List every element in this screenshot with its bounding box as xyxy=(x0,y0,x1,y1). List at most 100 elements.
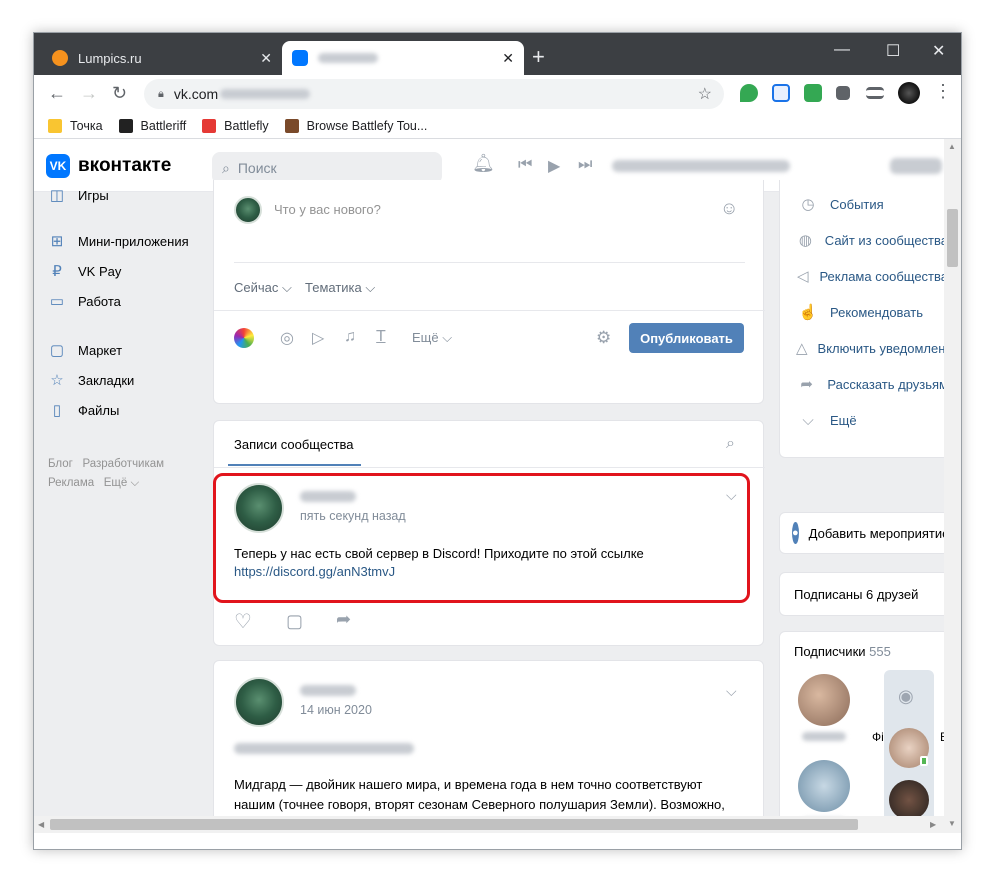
next-track-icon[interactable]: ⏭ xyxy=(578,156,592,174)
tab-title-blurred xyxy=(318,53,378,63)
add-event-card[interactable]: ● Добавить мероприятие xyxy=(779,512,945,554)
scroll-up-arrow-icon[interactable]: ▲ xyxy=(948,142,956,151)
folder-icon xyxy=(48,118,62,133)
footer-link-more[interactable]: Ещё ⌵ xyxy=(104,477,139,489)
media-control-icon[interactable] xyxy=(866,87,884,99)
menu-spacer xyxy=(48,206,198,226)
maximize-button[interactable]: ☐ xyxy=(886,41,900,61)
camera-icon[interactable]: ◉ xyxy=(898,686,914,707)
action-share[interactable]: ➦ Рассказать друзьям xyxy=(796,366,945,402)
action-recommend[interactable]: ☝ Рекомендовать xyxy=(796,294,945,330)
subscribers-header[interactable]: Подписчики 555 xyxy=(794,644,891,659)
new-tab-button[interactable]: + xyxy=(532,46,545,68)
menu-spacer xyxy=(48,425,198,455)
footer-link-blog[interactable]: Блог xyxy=(48,458,73,470)
topic-selector[interactable]: Тематика ⌵ xyxy=(305,280,375,296)
vk-logo[interactable]: VK вконтакте xyxy=(46,154,171,178)
menu-item-vkpay[interactable]: ₽ VK Pay xyxy=(48,256,198,286)
forward-icon[interactable]: → xyxy=(80,83,98,104)
translate-extension-icon[interactable] xyxy=(772,84,790,102)
video-icon[interactable]: ▷ xyxy=(312,328,324,348)
footer-link-ads[interactable]: Реклама xyxy=(48,477,94,489)
vertical-scroll-thumb[interactable] xyxy=(947,209,958,267)
back-icon[interactable]: ← xyxy=(48,83,66,104)
minimize-button[interactable]: — xyxy=(834,41,850,59)
music-extension-icon[interactable] xyxy=(804,84,822,102)
bookmark-label: Battleriff xyxy=(140,118,187,133)
bookmark-battlefy[interactable]: Browse Battlefy Tou... xyxy=(284,118,427,133)
menu-item-work[interactable]: ▭ Работа xyxy=(48,286,198,316)
more-attach-button[interactable]: Ещё ⌵ xyxy=(412,330,452,346)
post-heading-blurred xyxy=(234,743,414,754)
footer-link-developers[interactable]: Разработчикам xyxy=(82,458,164,470)
close-window-button[interactable]: ✕ xyxy=(932,41,945,61)
star-icon: ☆ xyxy=(50,372,64,389)
scroll-down-arrow-icon[interactable]: ▼ xyxy=(948,819,956,828)
scroll-left-arrow-icon[interactable]: ◀ xyxy=(38,820,44,829)
profile-avatar[interactable] xyxy=(898,82,920,104)
tab-community-posts[interactable]: Записи сообщества xyxy=(234,437,354,452)
subscriber-name[interactable]: Фі xyxy=(872,730,884,744)
post-author-avatar[interactable] xyxy=(234,677,284,727)
horizontal-scroll-thumb[interactable] xyxy=(50,819,858,830)
settings-gear-icon[interactable]: ⚙ xyxy=(596,328,611,348)
scroll-right-arrow-icon[interactable]: ▶ xyxy=(930,820,936,829)
shield-extension-icon[interactable] xyxy=(740,84,758,102)
tab-close-icon[interactable]: ✕ xyxy=(260,50,272,67)
extensions-puzzle-icon[interactable] xyxy=(836,86,850,100)
menu-item-mini-apps[interactable]: ⊞ Мини-приложения xyxy=(48,226,198,256)
active-tab-indicator xyxy=(228,464,361,466)
menu-item-files[interactable]: ▯ Файлы xyxy=(48,395,198,425)
wall-search-icon[interactable]: ⌕ xyxy=(726,435,735,453)
tab-close-icon[interactable]: ✕ xyxy=(502,50,514,67)
composer-input[interactable]: Что у вас нового? xyxy=(274,202,381,217)
post-author-blurred[interactable] xyxy=(300,685,356,696)
tab-vk[interactable]: ✕ xyxy=(282,41,524,75)
vk-logo-icon: VK xyxy=(46,154,70,178)
action-site[interactable]: ◍ Сайт из сообщества xyxy=(796,222,945,258)
post-date[interactable]: 14 июн 2020 xyxy=(300,703,372,717)
subscriber-avatar[interactable] xyxy=(798,760,850,812)
action-ads[interactable]: ◁ Реклама сообщества xyxy=(796,258,945,294)
bookmark-battleriff[interactable]: Battleriff xyxy=(118,118,187,133)
music-icon[interactable]: ♫ xyxy=(344,328,356,346)
bell-icon[interactable]: 🔔︎ xyxy=(472,153,495,174)
art-icon[interactable] xyxy=(234,328,254,348)
chrome-menu-icon[interactable]: ⋮ xyxy=(934,81,952,102)
vertical-scrollbar[interactable]: ▲ ▼ xyxy=(944,139,961,833)
apps-icon: ⊞ xyxy=(50,233,64,250)
menu-item-games[interactable]: ◫ Игры xyxy=(48,184,198,206)
address-bar[interactable]: 🔒︎ vk.com ☆ xyxy=(144,79,724,109)
user-name-blurred[interactable] xyxy=(890,158,942,174)
reload-icon[interactable]: ↻ xyxy=(112,83,127,104)
action-more[interactable]: ⌵ Ещё xyxy=(796,402,945,438)
tab-lumpics[interactable]: Lumpics.ru ✕ xyxy=(42,41,282,75)
action-notifications[interactable]: △ Включить уведомления xyxy=(796,330,945,366)
action-events[interactable]: ◷ События xyxy=(796,186,945,222)
menu-label: Маркет xyxy=(78,342,123,358)
text-format-icon[interactable]: T̲ xyxy=(376,328,386,346)
post-menu-chevron-icon[interactable]: ⌵ xyxy=(726,683,737,700)
prev-track-icon[interactable]: ⏮ xyxy=(518,156,532,174)
bookmark-battlefly[interactable]: Battlefly xyxy=(202,118,269,133)
chat-avatar[interactable] xyxy=(889,780,929,820)
menu-item-market[interactable]: ▢ Маркет xyxy=(48,335,198,365)
emoji-icon[interactable]: ☺ xyxy=(720,198,738,219)
publish-button[interactable]: Опубликовать xyxy=(629,323,744,353)
when-selector[interactable]: Сейчас ⌵ xyxy=(234,280,292,296)
subscriber-avatar[interactable] xyxy=(798,674,850,726)
bookmark-tochka[interactable]: Точка xyxy=(48,118,103,133)
ruble-icon: ₽ xyxy=(52,263,62,280)
bookmark-star-icon[interactable]: ☆ xyxy=(698,84,712,104)
share-icon[interactable]: ➦ xyxy=(336,609,351,630)
camera-icon[interactable]: ◎ xyxy=(280,328,294,348)
action-label: События xyxy=(830,196,884,212)
menu-item-bookmarks[interactable]: ☆ Закладки xyxy=(48,365,198,395)
play-icon[interactable]: ▶ xyxy=(548,156,560,176)
comment-icon[interactable]: ▢ xyxy=(286,611,303,632)
search-placeholder: Поиск xyxy=(237,160,277,176)
horizontal-scrollbar[interactable]: ◀ ▶ xyxy=(34,816,945,833)
friends-subscribed-card[interactable]: Подписаны 6 друзей xyxy=(779,572,945,616)
community-avatar xyxy=(234,196,262,224)
like-heart-icon[interactable]: ♡ xyxy=(234,609,252,634)
